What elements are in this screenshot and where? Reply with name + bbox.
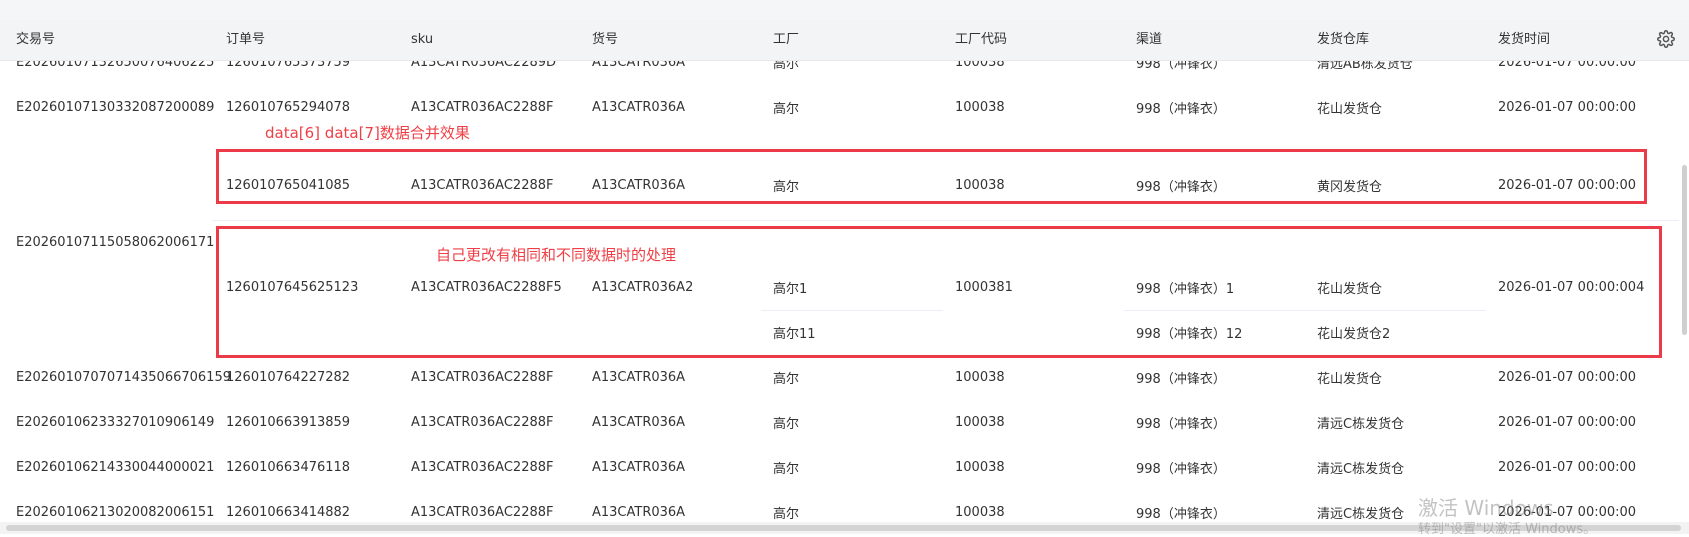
table-header: 交易号 订单号 sku 货号 工厂 工厂代码 渠道 发货仓库 发货时间 (0, 20, 1689, 61)
cell-channel: 998（冲锋衣） (1136, 462, 1226, 477)
cell-sku: A13CATR036AC2288F5 (411, 280, 562, 295)
cell-channel-b: 998（冲锋衣）12 (1136, 327, 1243, 342)
cell-item-no: A13CATR036A (592, 505, 686, 520)
cell-factory: 高尔 (773, 179, 800, 195)
vertical-scrollbar[interactable] (1680, 60, 1689, 522)
cell-warehouse: 花山发货仓 (1317, 372, 1383, 387)
cell-item-no: A13CATR036A (592, 415, 686, 430)
cell-trade-no: E20260106214330044000021 (16, 460, 215, 475)
merged-row-group[interactable]: E20260107115058062006171 126010765041085… (0, 130, 1689, 356)
col-header-factory-code[interactable]: 工厂代码 (955, 20, 1007, 60)
cell-ship-time: 2026-01-07 00:00:00 (1498, 100, 1637, 115)
cell-factory: 高尔 (773, 372, 800, 387)
col-header-sku[interactable]: sku (411, 20, 433, 60)
cell-warehouse-a: 花山发货仓 (1317, 282, 1383, 297)
cell-ship-time: 2026-01-07 00:00:00 (1498, 370, 1637, 385)
col-header-channel[interactable]: 渠道 (1136, 20, 1162, 60)
cell-item-no: A13CATR036A (592, 460, 686, 475)
cell-ship-time: 2026-01-07 00:00:00 (1498, 460, 1637, 475)
annotation-diff-handling: 自己更改有相同和不同数据时的处理 (436, 246, 677, 264)
gear-icon[interactable] (1657, 30, 1675, 48)
cell-order-no: 126010765041085 (226, 177, 351, 193)
col-header-trade-no[interactable]: 交易号 (16, 20, 55, 60)
cell-channel: 998（冲锋衣） (1136, 417, 1226, 432)
annotation-merge-effect: data[6] data[7]数据合并效果 (265, 124, 470, 142)
cell-item-no: A13CATR036A (592, 370, 686, 385)
cell-sku: A13CATR036AC2288F (411, 415, 554, 430)
cell-factory-b: 高尔11 (773, 327, 816, 342)
cell-channel: 998（冲锋衣） (1136, 507, 1226, 522)
cell-factory-code: 100038 (955, 177, 1005, 193)
cell-ship-time: 2026-01-07 00:00:00 (1498, 177, 1637, 193)
cell-ship-time: 2026-01-07 00:00:00 (1498, 415, 1637, 430)
col-header-warehouse[interactable]: 发货仓库 (1317, 20, 1369, 60)
cell-warehouse-b: 花山发货仓2 (1317, 327, 1391, 342)
cell-sku: A13CATR036AC2288F (411, 505, 554, 520)
cell-factory-code: 1000381 (955, 280, 1013, 295)
cell-order-no: 126010663476118 (226, 460, 351, 475)
cell-order-no: 126010663913859 (226, 415, 351, 430)
cell-item-no: A13CATR036A (592, 100, 686, 115)
cell-factory-code: 100038 (955, 100, 1005, 115)
col-header-item-no[interactable]: 货号 (592, 20, 618, 60)
cell-trade-no: E2026010713033208720008​9 (16, 100, 215, 115)
table-row[interactable]: E20260106233327010906149 126010663913859… (0, 400, 1689, 446)
cell-factory: 高尔 (773, 462, 800, 477)
table-row[interactable]: E2026010713033208720008​9 12601076529407… (0, 85, 1689, 131)
cell-trade-no-merged: E20260107115058062006171 (16, 235, 215, 250)
cell-trade-no: E20260107070714350667061​59 (16, 370, 231, 385)
activation-watermark-subtitle: 转到"设置"以激活 Windows。 (1418, 522, 1597, 537)
cell-sku: A13CATR036AC2288F (411, 370, 554, 385)
cell-factory-code: 100038 (955, 370, 1005, 385)
cell-factory-code: 100038 (955, 415, 1005, 430)
cell-factory-a: 高尔1 (773, 282, 808, 297)
cell-sku: A13CATR036AC2288F (411, 177, 554, 193)
cell-channel: 998（冲锋衣） (1136, 179, 1226, 195)
cell-channel-a: 998（冲锋衣）1 (1136, 282, 1235, 297)
data-table: 交易号 订单号 sku 货号 工厂 工厂代码 渠道 发货仓库 发货时间 E202… (0, 20, 1689, 524)
cell-channel: 998（冲锋衣） (1136, 102, 1226, 117)
cell-factory-code: 100038 (955, 505, 1005, 520)
cell-sku: A13CATR036AC2288F (411, 460, 554, 475)
top-bar (0, 0, 1689, 20)
cell-item-no: A13CATR036A2 (592, 280, 694, 295)
cell-warehouse: 清远C栋发货仓 (1317, 417, 1405, 432)
cell-channel: 998（冲锋衣） (1136, 372, 1226, 387)
table-row[interactable]: E20260106214330044000021 126010663476118… (0, 445, 1689, 491)
cell-factory: 高尔 (773, 102, 800, 117)
cell-factory: 高尔 (773, 417, 800, 432)
cell-ship-time: 2026-01-07 00:00:004 (1498, 280, 1645, 295)
table-row[interactable]: E20260107070714350667061​59 126010764227… (0, 355, 1689, 401)
cell-factory-code: 100038 (955, 460, 1005, 475)
col-header-factory[interactable]: 工厂 (773, 20, 799, 60)
activation-watermark-title: 激活 Windows (1418, 496, 1554, 520)
cell-trade-no: E20260106213020082006151 (16, 505, 215, 520)
col-header-order-no[interactable]: 订单号 (226, 20, 265, 60)
cell-warehouse: 黄冈发货仓 (1317, 179, 1383, 195)
cell-order-no: 126010764227282 (226, 370, 351, 385)
cell-warehouse: 花山发货仓 (1317, 102, 1383, 117)
cell-trade-no: E20260106233327010906149 (16, 415, 215, 430)
cell-warehouse: 清远C栋发货仓 (1317, 462, 1405, 477)
cell-warehouse: 清远C栋发货仓 (1317, 507, 1405, 522)
cell-order-no: 126010663414882 (226, 505, 351, 520)
cell-item-no: A13CATR036A (592, 177, 686, 193)
col-header-ship-time[interactable]: 发货时间 (1498, 20, 1550, 60)
cell-order-no: 1260107645625123 (226, 280, 359, 295)
cell-factory: 高尔 (773, 507, 800, 522)
vertical-scroll-thumb[interactable] (1682, 165, 1687, 335)
